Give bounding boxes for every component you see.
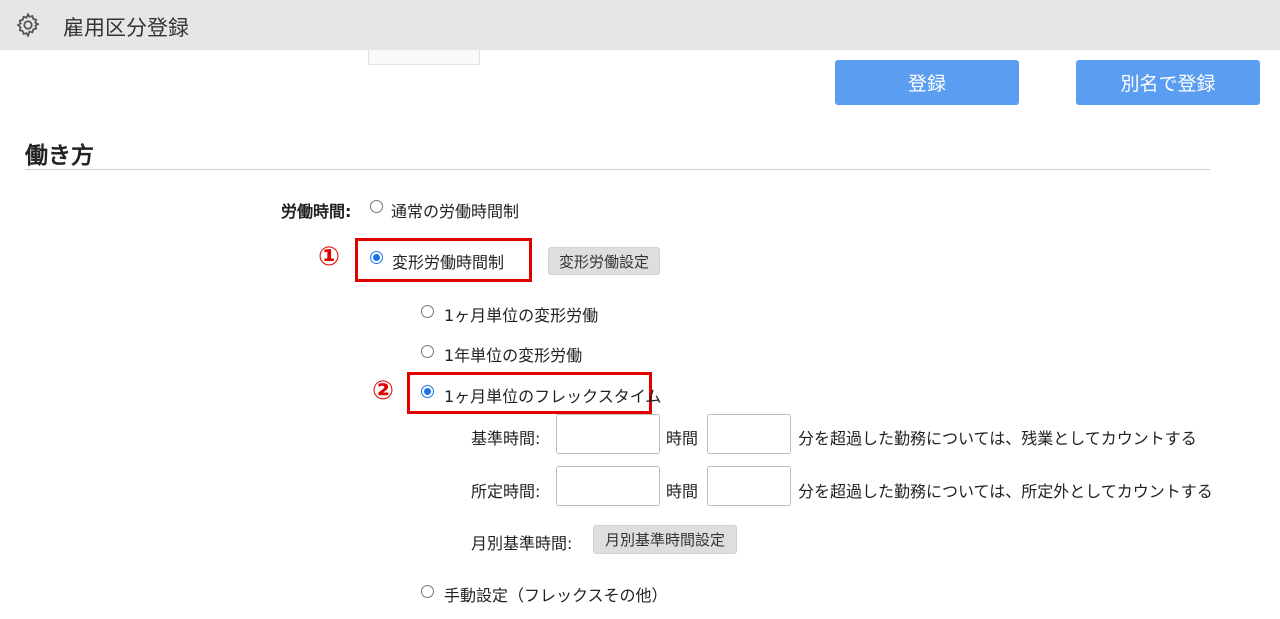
option-yearly-variable-label[interactable]: 1年単位の変形労働 (444, 342, 582, 366)
option-variable-label[interactable]: 変形労働時間制 (392, 249, 504, 273)
annotation-marker-1: ① (318, 242, 341, 272)
standard-hours-input[interactable] (556, 414, 660, 454)
radio-manual[interactable] (421, 585, 434, 598)
work-time-label: 労働時間: (281, 202, 352, 221)
top-bar (0, 0, 1280, 50)
annotation-marker-2: ② (372, 376, 395, 406)
monthly-standard-settings-button[interactable]: 月別基準時間設定 (593, 525, 737, 554)
radio-normal[interactable] (370, 200, 383, 213)
option-manual-label[interactable]: 手動設定（フレックスその他） (444, 582, 668, 606)
radio-variable[interactable] (370, 251, 383, 264)
hidden-field-edge (368, 50, 480, 65)
scheduled-minutes-input[interactable] (707, 466, 791, 506)
section-title: 働き方 (25, 143, 94, 169)
standard-minutes-input[interactable] (707, 414, 791, 454)
option-normal-label[interactable]: 通常の労働時間制 (391, 198, 519, 222)
radio-monthly-flex[interactable] (421, 385, 434, 398)
scheduled-time-suffix: 分を超過した勤務については、所定外としてカウントする (798, 482, 1213, 501)
register-button[interactable]: 登録 (835, 60, 1019, 105)
option-monthly-flex-label[interactable]: 1ヶ月単位のフレックスタイム (444, 383, 661, 407)
option-monthly-variable-label[interactable]: 1ヶ月単位の変形労働 (444, 302, 598, 326)
gear-icon[interactable] (14, 11, 42, 39)
standard-time-suffix: 分を超過した勤務については、残業としてカウントする (798, 429, 1197, 448)
standard-time-label: 基準時間: (471, 429, 541, 448)
save-as-button[interactable]: 別名で登録 (1076, 60, 1260, 105)
scheduled-hours-unit: 時間 (666, 482, 699, 501)
radio-monthly-variable[interactable] (421, 305, 434, 318)
monthly-standard-label: 月別基準時間: (471, 534, 573, 553)
radio-yearly-variable[interactable] (421, 345, 434, 358)
variable-settings-button[interactable]: 変形労働設定 (548, 247, 660, 275)
page-title: 雇用区分登録 (63, 16, 189, 40)
scheduled-time-label: 所定時間: (471, 482, 541, 501)
section-divider (25, 169, 1210, 170)
scheduled-hours-input[interactable] (556, 466, 660, 506)
standard-hours-unit: 時間 (666, 429, 699, 448)
